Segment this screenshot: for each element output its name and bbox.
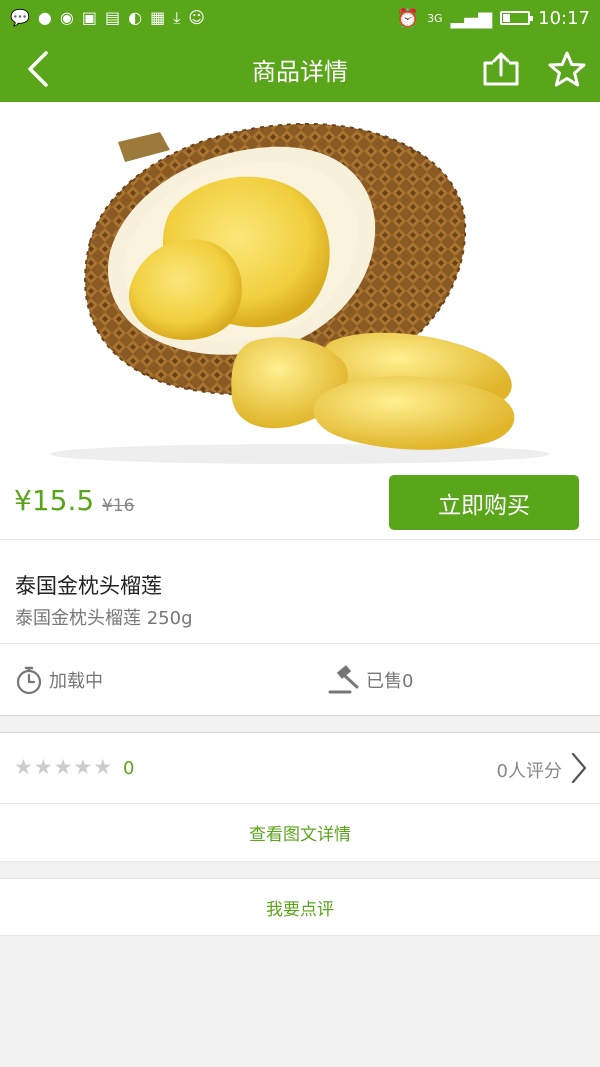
network-type: 3G [427, 11, 443, 25]
star-icon: ★ [93, 755, 113, 779]
gallery-icon: ▣ [81, 8, 97, 27]
star-rating: ★ ★ ★ ★ ★ [14, 757, 112, 778]
alarm-icon: ⏰ [396, 7, 420, 29]
signal-icon: ▂▄▆ [450, 7, 493, 29]
product-description: 泰国金枕头榴莲 250g [15, 608, 193, 629]
rating-score: 0 [123, 758, 135, 779]
notification-icons: 💬 ● ◉ ▣ ▤ ◐ ▦ ⤓ ☺ [10, 10, 205, 26]
star-icon: ★ [14, 755, 33, 779]
apps-icon: ▦ [150, 8, 166, 27]
product-image [0, 102, 600, 466]
durian-illustration [50, 122, 550, 464]
star-icon: ★ [53, 755, 73, 779]
review-count: 0人评分 [496, 761, 562, 782]
auction-hammer-icon [328, 665, 359, 694]
app-bar: 商品详情 [0, 36, 600, 102]
chevron-right-icon [571, 752, 587, 784]
countdown-info: 加载中 [15, 644, 103, 716]
sold-count: 已售0 [366, 671, 414, 692]
status-bar: 💬 ● ◉ ▣ ▤ ◐ ▦ ⤓ ☺ ⏰ 3G ▂▄▆ 10:17 [0, 0, 600, 36]
product-name: 泰国金枕头榴莲 [15, 574, 162, 598]
original-price: ¥16 [102, 496, 135, 516]
star-icon: ★ [73, 755, 93, 779]
countdown-text: 加载中 [49, 671, 103, 692]
weibo-icon: ◉ [59, 8, 74, 27]
current-price: ¥15.5 [14, 484, 95, 517]
star-outline-icon [548, 51, 586, 87]
product-info: 泰国金枕头榴莲 泰国金枕头榴莲 250g [0, 540, 600, 644]
qq-icon: ● [37, 8, 52, 27]
meta-row: 加载中 已售0 [0, 644, 600, 716]
favorite-button[interactable] [546, 49, 588, 89]
wechat-icon: 💬 [10, 8, 30, 27]
stopwatch-icon [16, 666, 42, 695]
share-button[interactable] [480, 49, 522, 89]
buy-now-button[interactable]: 立即购买 [389, 475, 579, 530]
view-details-link[interactable]: 查看图文详情 [0, 804, 600, 862]
clock: 10:17 [538, 7, 590, 29]
system-status: ⏰ 3G ▂▄▆ 10:17 [397, 8, 590, 29]
browser-icon: ◐ [128, 8, 143, 27]
weather-icon: ▤ [104, 8, 121, 27]
download-icon: ⤓ [173, 8, 181, 27]
rating-row[interactable]: ★ ★ ★ ★ ★ 0 0人评分 [0, 732, 600, 804]
battery-icon [500, 11, 534, 25]
price-row: ¥15.5 ¥16 立即购买 [0, 466, 600, 540]
chevron-left-icon [28, 51, 48, 87]
sold-info: 已售0 [328, 644, 413, 716]
star-icon: ★ [33, 755, 53, 779]
back-button[interactable] [18, 49, 58, 89]
share-icon [483, 52, 519, 86]
write-review-link[interactable]: 我要点评 [0, 878, 600, 936]
emoji-icon: ☺ [188, 8, 205, 27]
